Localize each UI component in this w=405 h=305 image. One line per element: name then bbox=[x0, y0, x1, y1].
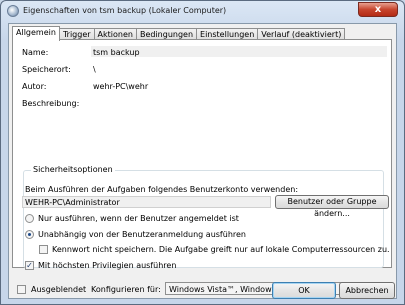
location-value: \ bbox=[93, 65, 96, 74]
hidden-checkbox[interactable] bbox=[17, 285, 26, 294]
radio-run-logged-on-label[interactable]: Nur ausführen, wenn der Benutzer angemel… bbox=[38, 214, 239, 223]
title-bar[interactable]: Eigenschaften von tsm backup (Lokaler Co… bbox=[1, 1, 404, 21]
highest-privileges-label[interactable]: Mit höchsten Privilegien ausführen bbox=[38, 261, 176, 270]
account-field: WEHR-PC\Administrator bbox=[22, 196, 271, 208]
no-store-password-label[interactable]: Kennwort nicht speichern. Die Aufgabe gr… bbox=[52, 245, 390, 254]
account-value: WEHR-PC\Administrator bbox=[25, 198, 120, 207]
configure-for-label: Konfigurieren für: bbox=[91, 285, 161, 294]
task-scheduler-icon bbox=[7, 5, 19, 17]
tab-strip: Allgemein Trigger Aktionen Bedingungen E… bbox=[12, 26, 346, 41]
ok-button[interactable]: OK bbox=[272, 282, 336, 299]
change-user-button[interactable]: Benutzer oder Gruppe ändern... bbox=[275, 195, 389, 218]
window-title: Eigenschaften von tsm backup (Lokaler Co… bbox=[23, 6, 227, 15]
cancel-button[interactable]: Abbrechen bbox=[339, 282, 395, 299]
author-label: Autor: bbox=[22, 82, 47, 91]
radio-run-whether-logged-on-label[interactable]: Unabhängig von der Benutzeranmeldung aus… bbox=[38, 230, 246, 239]
location-label: Speicherort: bbox=[22, 65, 71, 74]
author-value: wehr-PC\wehr bbox=[93, 82, 149, 91]
name-value: tsm backup bbox=[93, 48, 140, 57]
dialog-client: Allgemein Trigger Aktionen Bedingungen E… bbox=[8, 23, 397, 299]
radio-run-logged-on[interactable] bbox=[25, 214, 34, 223]
account-prompt: Beim Ausführen der Aufgaben folgendes Be… bbox=[25, 185, 299, 194]
name-label: Name: bbox=[22, 48, 49, 57]
general-panel: Name: tsm backup Speicherort: \ Autor: w… bbox=[12, 39, 392, 270]
radio-run-whether-logged-on[interactable] bbox=[25, 230, 34, 239]
description-label: Beschreibung: bbox=[22, 99, 80, 108]
no-store-password-checkbox[interactable] bbox=[39, 245, 48, 254]
description-field[interactable] bbox=[91, 97, 387, 157]
close-button[interactable]: x bbox=[358, 2, 398, 17]
hidden-label[interactable]: Ausgeblendet bbox=[31, 285, 86, 294]
properties-window: Eigenschaften von tsm backup (Lokaler Co… bbox=[0, 0, 405, 305]
tab-general[interactable]: Allgemein bbox=[12, 26, 60, 41]
security-legend: Sicherheitsoptionen bbox=[31, 165, 115, 174]
highest-privileges-checkbox[interactable]: ✓ bbox=[25, 261, 34, 270]
